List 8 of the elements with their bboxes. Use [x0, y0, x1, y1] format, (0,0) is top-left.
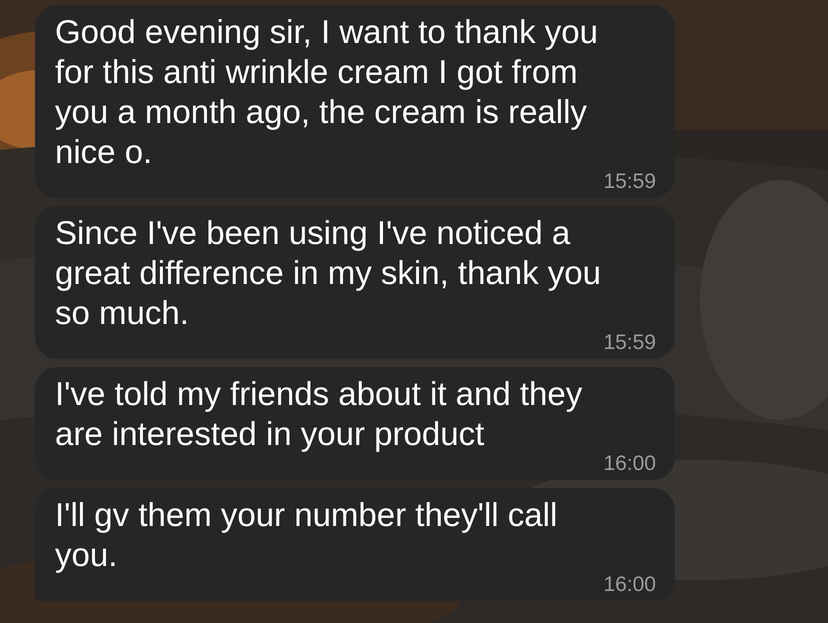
message-text: Good evening sir, I want to thank you for this anti wrinkle cream I got from you a month ago, the cream is really nice o. — [55, 12, 600, 172]
message-time: 15:59 — [603, 172, 656, 192]
message-text: I've told my friends about it and they are interested in your product — [55, 374, 584, 454]
message-time: 16:00 — [603, 454, 656, 474]
message-time: 16:00 — [603, 575, 656, 595]
message-time: 15:59 — [603, 333, 656, 353]
message-text: Since I've been using I've noticed a great difference in my skin, thank you so much. — [55, 213, 602, 333]
message-text: I'll gv them your number they'll call you. — [55, 495, 558, 575]
